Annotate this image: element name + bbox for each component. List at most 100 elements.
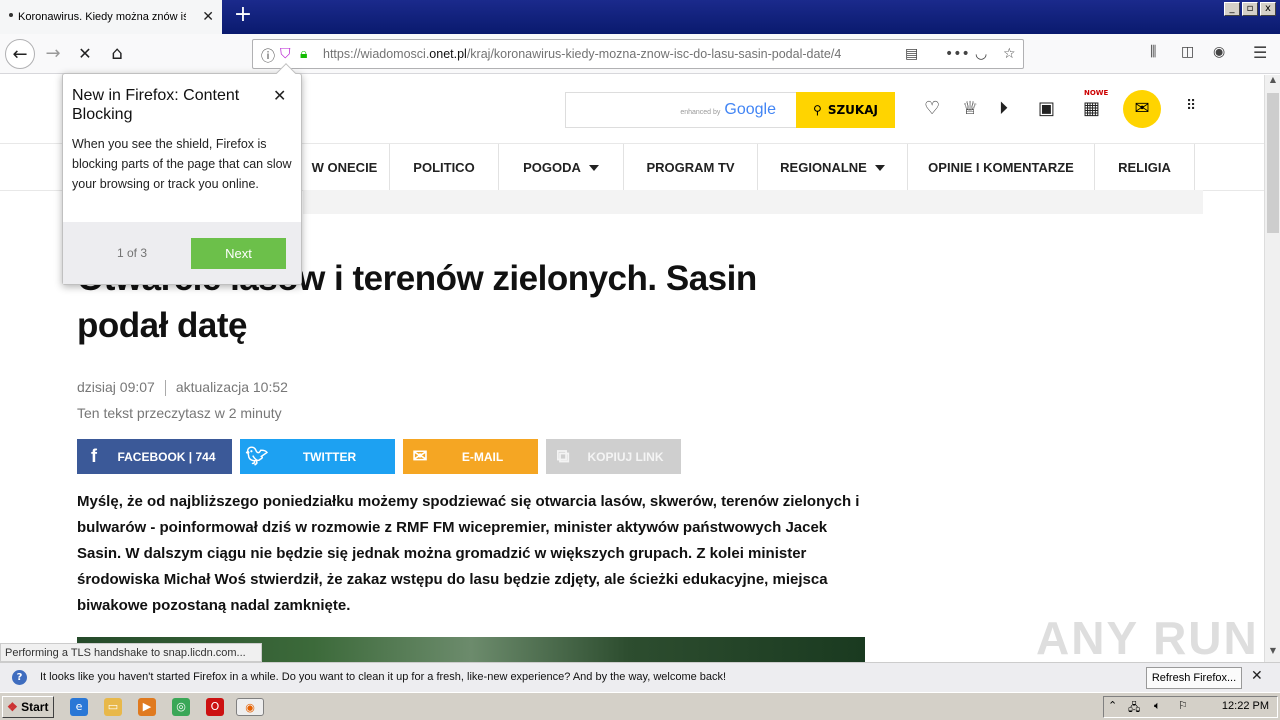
popup-footer: 1 of 3 Next: [63, 222, 301, 284]
system-tray: ⌃ 🖧︎ 🔈︎ ⚐ 12:22 PM: [1103, 696, 1278, 718]
play-icon[interactable]: ⏵: [999, 98, 1008, 119]
copy-link-button[interactable]: ⧉ KOPIUJ LINK: [546, 439, 681, 474]
menu-item-religia[interactable]: RELIGIA: [1095, 144, 1195, 191]
google-branding: enhanced by Google: [680, 101, 776, 119]
menu-item-regionalne[interactable]: REGIONALNE: [758, 144, 908, 191]
read-time: Ten tekst przeczytasz w 2 minuty: [77, 405, 282, 421]
enhanced-by-label: enhanced by: [680, 109, 721, 116]
tab-close-icon[interactable]: ✕: [202, 9, 214, 25]
popup-close-icon[interactable]: ✕: [273, 86, 286, 105]
chevron-down-icon: [874, 164, 885, 171]
watermark: ANY RUN: [1036, 612, 1259, 662]
refresh-firefox-button[interactable]: Refresh Firefox...: [1146, 667, 1242, 689]
page-actions-icon[interactable]: •••: [945, 46, 970, 62]
page-scrollbar[interactable]: ▲ ▼: [1264, 75, 1280, 662]
lock-icon[interactable]: 🔒︎: [300, 46, 307, 62]
ie-icon[interactable]: e: [70, 698, 88, 716]
article-meta: dzisiaj 09:07 aktualizacja 10:52: [77, 379, 288, 397]
back-button[interactable]: ←: [5, 39, 35, 69]
menu-hamburger-icon[interactable]: ☰: [1253, 43, 1267, 62]
search-input[interactable]: enhanced by Google: [565, 92, 797, 128]
scroll-down-arrow[interactable]: ▼: [1265, 646, 1280, 662]
tab-strip: Koronawirus. Kiedy można znów iść ✕ + _ …: [0, 0, 1280, 34]
pocket-icon[interactable]: ◡: [975, 46, 987, 62]
tray-expand-icon[interactable]: ⌃: [1108, 699, 1117, 712]
folder-icon[interactable]: ▭: [104, 698, 122, 716]
opera-icon[interactable]: O: [206, 698, 224, 716]
menu-item-opinie[interactable]: OPINIE I KOMENTARZE: [908, 144, 1095, 191]
firefox-taskbar-icon[interactable]: ◉: [236, 698, 264, 716]
question-icon: ?: [12, 670, 27, 685]
stop-loading-button[interactable]: ✕: [70, 39, 100, 69]
tab-loading-dot: [9, 13, 13, 17]
share-twitter-button[interactable]: 🐦︎ TWITTER: [240, 439, 395, 474]
menu-item-program-tv[interactable]: PROGRAM TV: [624, 144, 758, 191]
url-bar[interactable]: ⓘ ⛉ 🔒︎ https://wiadomosci.onet.pl/kraj/k…: [252, 39, 1024, 69]
menu-label: REGIONALNE: [780, 160, 867, 175]
window-controls: _ ▫ x: [1224, 2, 1276, 16]
newspaper-icon[interactable]: ▦: [1083, 98, 1100, 119]
popup-next-button[interactable]: Next: [191, 238, 286, 269]
horoscope-icon[interactable]: ♕: [962, 98, 978, 119]
menu-label: POGODA: [523, 160, 581, 175]
new-tab-button[interactable]: +: [232, 4, 254, 28]
facebook-icon: f: [91, 446, 97, 466]
menu-label: POLITICO: [413, 160, 475, 175]
chevron-down-icon: [588, 164, 599, 171]
forward-button[interactable]: →: [38, 39, 68, 69]
url-path: /kraj/koronawirus-kiedy-mozna-znow-isc-d…: [466, 47, 842, 61]
account-icon[interactable]: ◉: [1213, 44, 1225, 60]
share-label: TWITTER: [302, 449, 357, 464]
id-card-icon[interactable]: ▣: [1038, 98, 1055, 119]
popup-step-counter: 1 of 3: [117, 246, 148, 260]
menu-label: PROGRAM TV: [646, 160, 735, 175]
start-button[interactable]: ❖ Start: [2, 696, 54, 718]
url-text[interactable]: https://wiadomosci.onet.pl/kraj/koronawi…: [323, 47, 843, 61]
url-domain: onet.pl: [429, 47, 467, 61]
share-label: FACEBOOK | 744: [117, 449, 216, 464]
url-prefix: https://wiadomosci.: [323, 47, 430, 61]
windows-logo-icon: ❖: [7, 700, 18, 714]
shield-icon[interactable]: ⛉: [280, 46, 291, 62]
share-email-button[interactable]: ✉ E-MAIL: [403, 439, 538, 474]
home-button[interactable]: ⌂: [102, 39, 132, 69]
bookmark-star-icon[interactable]: ☆: [1003, 46, 1016, 62]
maximize-button[interactable]: ▫: [1242, 2, 1258, 16]
search-button[interactable]: ⚲ SZUKAJ: [796, 92, 895, 128]
scroll-thumb[interactable]: [1267, 93, 1279, 233]
menu-item-politico[interactable]: POLITICO: [390, 144, 499, 191]
search-button-label: SZUKAJ: [827, 103, 878, 117]
twitter-icon: 🐦︎: [245, 446, 269, 466]
status-tooltip: Performing a TLS handshake to snap.licdn…: [0, 643, 262, 662]
tab-active[interactable]: Koronawirus. Kiedy można znów iść ✕: [0, 0, 222, 34]
menu-item-w-onecie[interactable]: W ONECIE: [300, 144, 390, 191]
clock: 12:22 PM: [1221, 700, 1269, 712]
sidebar-icon[interactable]: ◫: [1181, 44, 1194, 60]
mail-icon[interactable]: ✉: [1123, 90, 1161, 128]
share-facebook-button[interactable]: f FACEBOOK | 744: [77, 439, 232, 474]
library-icon[interactable]: ⫼: [1150, 44, 1156, 60]
heart-icon[interactable]: ♡: [924, 98, 940, 119]
popup-title: New in Firefox: Content Blocking: [72, 87, 240, 123]
chrome-icon[interactable]: ◎: [172, 698, 190, 716]
scroll-up-arrow[interactable]: ▲: [1265, 75, 1280, 91]
apps-grid-icon[interactable]: ⠿: [1186, 98, 1196, 114]
taskbar: ❖ Start e ▭ ▶ ◎ O ◉ ⌃ 🖧︎ 🔈︎ ⚐ 12:22 PM: [0, 692, 1280, 720]
ad-placeholder: [303, 190, 1203, 214]
network-icon[interactable]: 🖧︎: [1128, 699, 1140, 718]
notification-close-icon[interactable]: ✕: [1251, 668, 1263, 684]
menu-label: RELIGIA: [1118, 160, 1171, 175]
flag-icon[interactable]: ⚐: [1178, 699, 1188, 712]
copy-icon: ⧉: [556, 446, 570, 466]
media-player-icon[interactable]: ▶: [138, 698, 156, 716]
published-time: dzisiaj 09:07: [77, 379, 155, 395]
navigation-toolbar: ← → ✕ ⌂ ⓘ ⛉ 🔒︎ https://wiadomosci.onet.p…: [0, 34, 1280, 74]
reader-view-icon[interactable]: ▤: [905, 46, 918, 62]
updated-time: aktualizacja 10:52: [175, 379, 288, 395]
info-icon[interactable]: ⓘ: [261, 46, 275, 66]
menu-label: OPINIE I KOMENTARZE: [928, 160, 1074, 175]
minimize-button[interactable]: _: [1224, 2, 1240, 16]
window-close-button[interactable]: x: [1260, 2, 1276, 16]
menu-item-pogoda[interactable]: POGODA: [499, 144, 624, 191]
volume-icon[interactable]: 🔈︎: [1154, 699, 1161, 713]
